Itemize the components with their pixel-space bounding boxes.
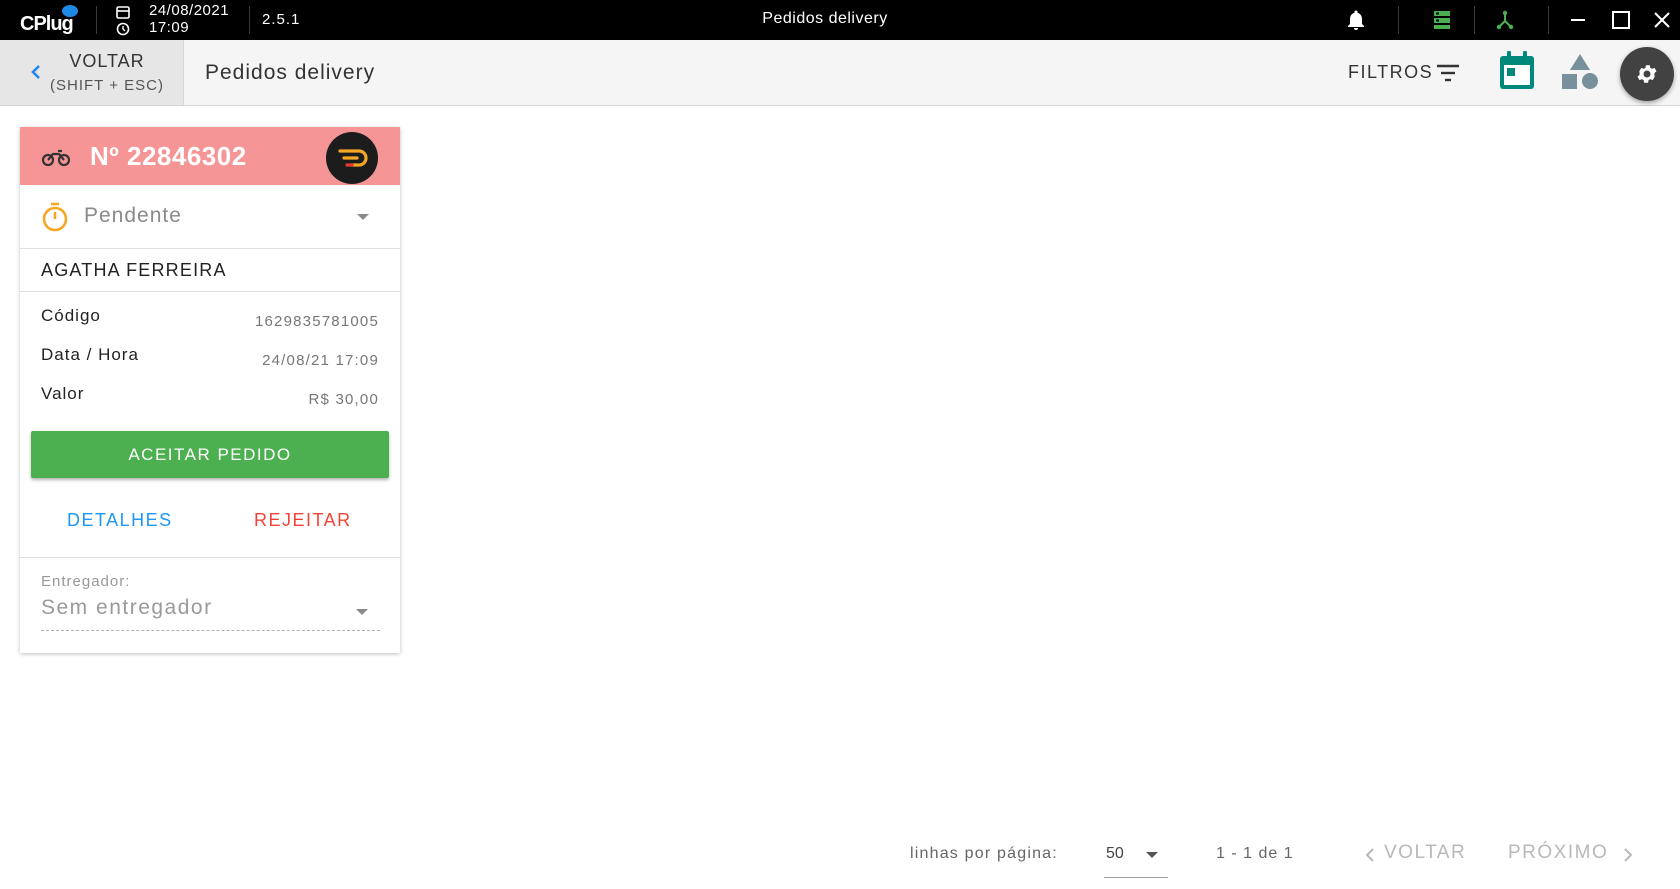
accept-order-button[interactable]: ACEITAR PEDIDO — [31, 431, 389, 478]
separator — [1548, 6, 1549, 34]
gear-icon — [1637, 65, 1657, 83]
shapes-icon[interactable] — [1560, 52, 1600, 92]
provider-logo — [326, 132, 378, 184]
value-label: Valor — [41, 384, 85, 403]
window-title: Pedidos delivery — [762, 10, 888, 27]
timer-icon — [42, 202, 68, 232]
back-button[interactable]: VOLTAR (SHIFT + ESC) — [0, 40, 184, 105]
bell-icon[interactable] — [1344, 8, 1368, 32]
delivery-provider-icon — [338, 149, 368, 167]
page-range: 1 - 1 de 1 — [1216, 845, 1294, 862]
rows-per-page-value: 50 — [1106, 845, 1124, 862]
maximize-icon[interactable] — [1609, 8, 1633, 32]
filters-button[interactable]: FILTROS — [1348, 62, 1433, 83]
settings-button[interactable] — [1620, 47, 1674, 101]
datetime-value: 24/08/21 17:09 — [262, 352, 379, 369]
value-amount: R$ 30,00 — [308, 391, 379, 408]
customer-name: AGATHA FERREIRA — [41, 260, 227, 280]
rows-per-page-label: linhas por página: — [910, 845, 1058, 862]
network-icon[interactable] — [1493, 8, 1517, 32]
status-select[interactable]: Pendente — [20, 185, 400, 249]
page-title: Pedidos delivery — [205, 61, 376, 84]
separator — [1474, 6, 1475, 34]
details-button[interactable]: DETALHES — [67, 510, 173, 531]
status-value: Pendente — [84, 204, 182, 227]
minimize-icon[interactable] — [1566, 8, 1590, 32]
courier-underline — [41, 630, 380, 631]
divider — [20, 291, 400, 292]
previous-page-button[interactable]: VOLTAR — [1384, 842, 1466, 864]
back-shortcut: (SHIFT + ESC) — [50, 77, 164, 94]
filter-icon[interactable] — [1436, 62, 1460, 84]
next-page-button[interactable]: PRÓXIMO — [1508, 842, 1608, 864]
title-bar: CPlug 24/08/2021 17:09 2.5.1 Pedidos del… — [0, 0, 1680, 40]
separator — [1398, 6, 1399, 34]
courier-label: Entregador: — [41, 573, 131, 590]
close-icon[interactable] — [1650, 8, 1674, 32]
order-card: Nº 22846302 Pendente AGATHA FERREIRA Cód… — [20, 127, 400, 653]
code-value: 1629835781005 — [254, 313, 379, 330]
datetime-label: Data / Hora — [41, 345, 139, 364]
chevron-down-icon — [356, 609, 368, 615]
rows-per-page-select[interactable]: 50 — [1104, 836, 1168, 878]
motorcycle-icon — [41, 149, 71, 167]
page-header: VOLTAR (SHIFT + ESC) Pedidos delivery FI… — [0, 40, 1680, 106]
calendar-icon[interactable] — [1497, 50, 1537, 92]
reject-button[interactable]: REJEITAR — [254, 510, 352, 531]
back-label: VOLTAR — [69, 51, 145, 71]
order-number: Nº 22846302 — [90, 141, 247, 171]
server-icon[interactable] — [1430, 8, 1454, 32]
chevron-down-icon — [357, 214, 369, 220]
chevron-down-icon — [1146, 852, 1158, 858]
divider — [20, 557, 400, 558]
chevron-left-icon — [31, 65, 40, 79]
chevron-left-icon — [1365, 848, 1374, 862]
code-label: Código — [41, 306, 101, 325]
order-card-header: Nº 22846302 — [20, 127, 400, 185]
chevron-right-icon — [1624, 848, 1633, 862]
courier-value: Sem entregador — [41, 596, 213, 619]
